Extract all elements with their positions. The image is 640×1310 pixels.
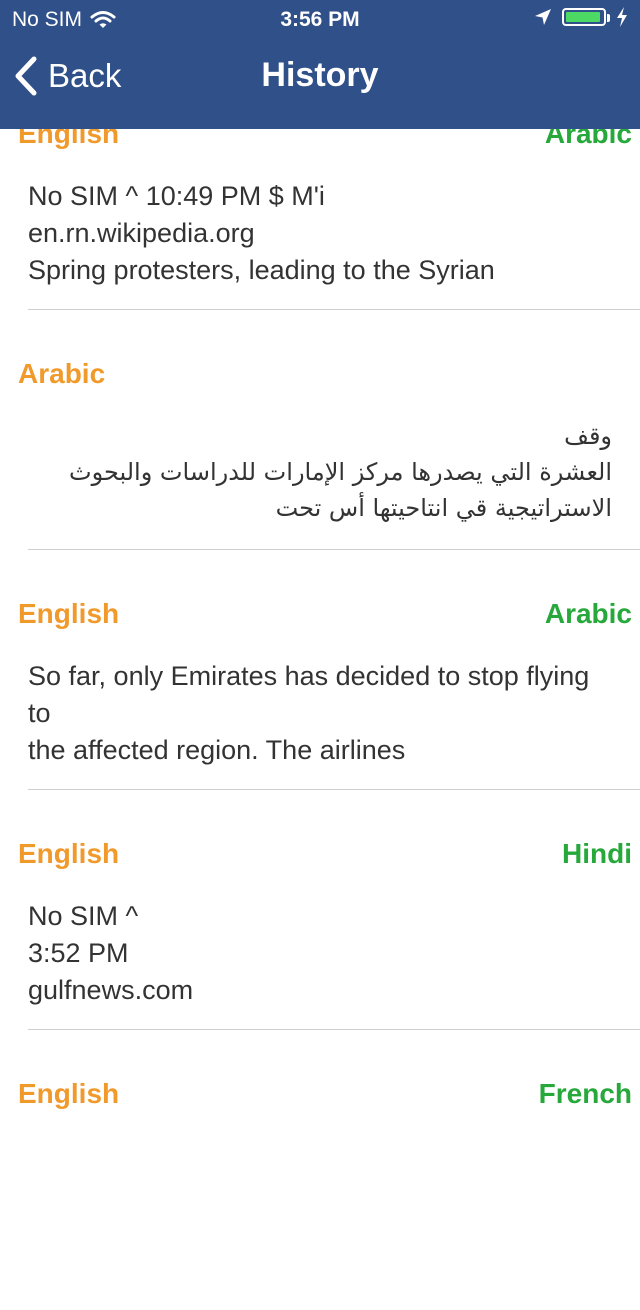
- source-language-label: English: [18, 838, 120, 869]
- source-language-label: Arabic: [18, 358, 106, 389]
- history-entry[interactable]: English Arabic So far, only Emirates has…: [0, 590, 640, 830]
- history-list[interactable]: English Arabic No SIM ^ 10:49 PM $ M'i e…: [0, 0, 640, 1136]
- location-arrow-icon: [535, 9, 551, 25]
- separator: [28, 549, 640, 550]
- history-entry[interactable]: English French: [0, 1070, 640, 1310]
- history-entry[interactable]: English Hindi No SIM ^ 3:52 PM gulfnews.…: [0, 830, 640, 1070]
- charging-bolt-icon: [617, 7, 627, 27]
- separator: [28, 1029, 640, 1030]
- page-title: History: [261, 56, 379, 94]
- entry-text: No SIM ^ 3:52 PM gulfnews.com f (77~*: [28, 901, 194, 1005]
- history-entry[interactable]: Arabic وقف العشرة التي يصدرها مركز الإما…: [0, 350, 640, 590]
- entry-text: وقف العشرة التي يصدرها مركز الإمارات للد…: [69, 422, 612, 532]
- separator: [28, 309, 640, 310]
- separator: [28, 789, 640, 790]
- battery-icon: [562, 8, 610, 26]
- navigation-bar: Back History: [0, 40, 640, 129]
- source-language-label: English: [18, 598, 120, 629]
- entry-text: So far, only Emirates has decided to sto…: [28, 661, 590, 765]
- target-language-label: Hindi: [562, 838, 632, 869]
- target-language-label: French: [538, 1078, 632, 1109]
- source-language-label: English: [18, 1078, 120, 1109]
- top-bar: No SIM 3:56 PM Back History: [0, 0, 640, 129]
- target-language-label: Arabic: [544, 598, 632, 629]
- entry-text: [28, 1138, 612, 1252]
- entry-text: No SIM ^ 10:49 PM $ M'i en.rn.wikipedia.…: [28, 181, 495, 285]
- status-bar: No SIM 3:56 PM: [0, 0, 640, 40]
- history-entry[interactable]: English Arabic No SIM ^ 10:49 PM $ M'i e…: [0, 110, 640, 350]
